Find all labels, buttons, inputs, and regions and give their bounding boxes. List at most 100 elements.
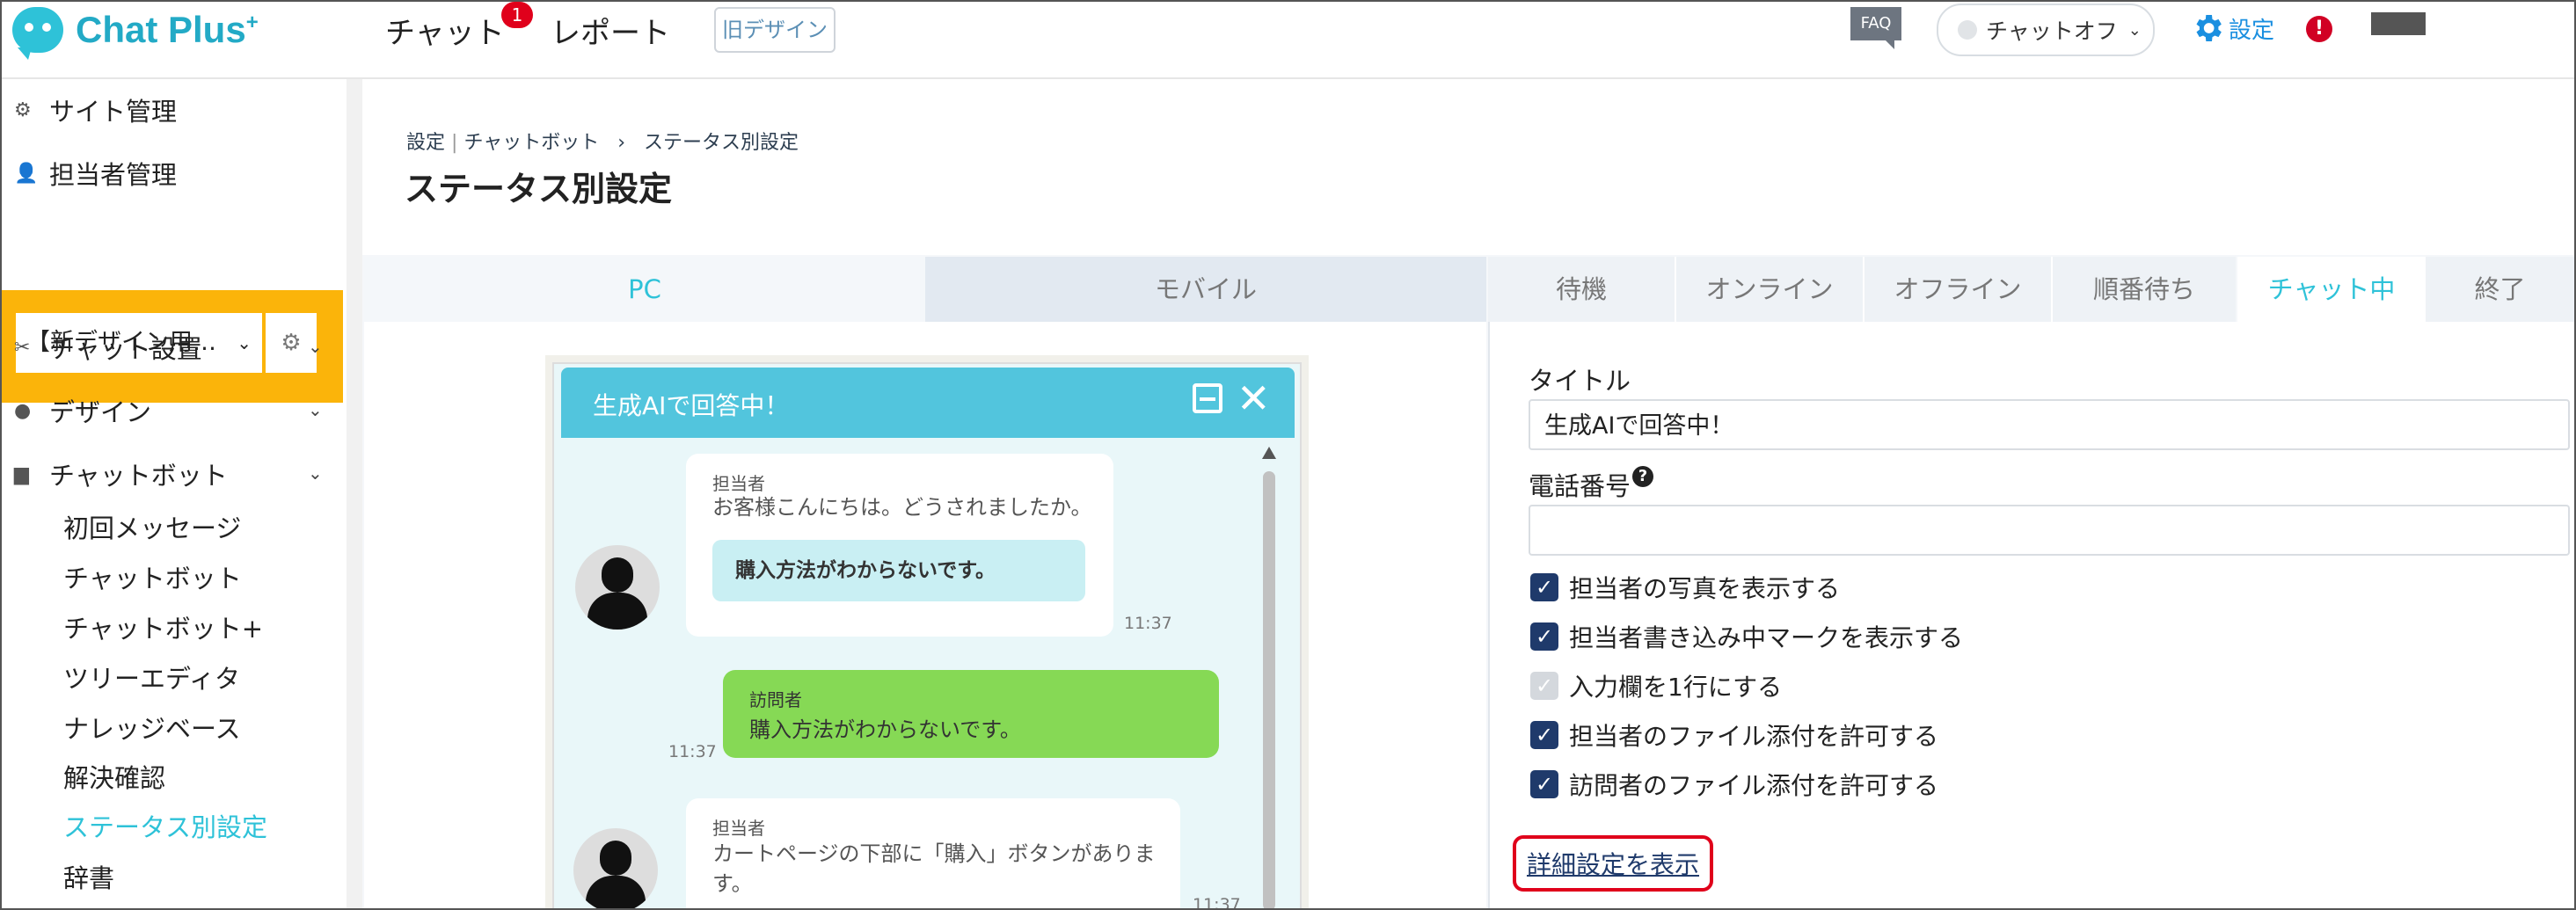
gear-icon: ⚙ xyxy=(14,98,32,121)
tab-standby[interactable]: 待機 xyxy=(1488,257,1676,322)
sidebar-item-design[interactable]: ● デザイン xyxy=(14,392,151,429)
tab-ended[interactable]: 終了 xyxy=(2426,257,2574,322)
checkbox-label: 訪問者のファイル添付を許可する xyxy=(1569,771,1939,800)
sidebar-item-chat-setup[interactable]: ✂ チャット設置 xyxy=(14,329,202,366)
checkbox-single-line-input[interactable]: ✓ 入力欄を1行にする xyxy=(1530,668,1782,703)
faq-icon[interactable]: FAQ xyxy=(1850,7,1901,49)
checkbox-checked-icon[interactable]: ✓ xyxy=(1530,573,1558,601)
breadcrumb-settings[interactable]: 設定 xyxy=(406,132,445,154)
title-label: タイトル xyxy=(1529,366,1631,396)
tab-online[interactable]: オンライン xyxy=(1676,257,1864,322)
message-text: お客様こんにちは。どうされましたか。 xyxy=(712,495,1092,520)
checkbox-disabled-icon[interactable]: ✓ xyxy=(1530,672,1558,700)
sidebar-subitem-dictionary[interactable]: 辞書 xyxy=(63,858,114,895)
settings-button[interactable]: 設定 xyxy=(2190,11,2274,46)
tools-icon: ✂ xyxy=(14,336,31,359)
phone-input[interactable] xyxy=(1529,505,2570,556)
sidebar-item-chatbot[interactable]: ▆ チャットボット xyxy=(14,455,228,492)
sidebar-subitem-tree-editor[interactable]: ツリーエディタ xyxy=(63,659,240,695)
checkbox-checked-icon[interactable]: ✓ xyxy=(1530,622,1558,651)
message-time: 11:37 xyxy=(668,742,717,761)
palette-icon: ● xyxy=(14,399,32,422)
page-header xyxy=(362,79,2574,255)
staff-avatar xyxy=(573,828,658,908)
checkbox-show-staff-photo[interactable]: ✓ 担当者の写真を表示する xyxy=(1530,570,1840,605)
chat-status-select[interactable]: チャットオフ ⌄ xyxy=(1937,4,2155,56)
sidebar-item-label: 担当者管理 xyxy=(49,160,178,190)
gear-icon xyxy=(2196,15,2222,41)
staff-avatar xyxy=(575,545,660,630)
widget-header: 生成AIで回答中！ ✕ xyxy=(561,368,1295,438)
message-sender: 担当者 xyxy=(712,818,765,839)
checkbox-label: 入力欄を1行にする xyxy=(1569,673,1783,702)
status-dot-icon xyxy=(1958,20,1977,40)
sidebar-subitem-chatbot[interactable]: チャットボット xyxy=(63,558,242,595)
chevron-down-icon: ⌄ xyxy=(237,332,252,353)
chat-status-label: チャットオフ xyxy=(1986,18,2118,44)
message-sender: 担当者 xyxy=(712,473,765,494)
chat-bubbles-icon: ▆ xyxy=(14,462,29,485)
sidebar-scrollbar[interactable] xyxy=(347,79,362,908)
widget-scrollbar[interactable] xyxy=(1261,443,1277,908)
phone-label: 電話番号? xyxy=(1529,466,1654,503)
checkbox-label: 担当者書き込み中マークを表示する xyxy=(1569,623,1964,652)
checkbox-visitor-file-attach[interactable]: ✓ 訪問者のファイル添付を許可する xyxy=(1530,767,1938,802)
tab-chatting[interactable]: チャット中 xyxy=(2237,257,2426,322)
sidebar-subitem-resolution-check[interactable]: 解決確認 xyxy=(63,758,165,795)
sidebar: ⚙ サイト管理 👤 担当者管理 【新デザイン用… ⌄ ⚙ ✂ チャット設置 ⌄ … xyxy=(2,79,347,908)
checkbox-checked-icon[interactable]: ✓ xyxy=(1530,721,1558,749)
sidebar-subitem-chatbot-plus[interactable]: チャットボット+ xyxy=(63,608,263,645)
logo-text: Chat Plus+ xyxy=(76,9,259,50)
logo[interactable]: Chat Plus+ xyxy=(12,4,259,60)
checkbox-label: 担当者のファイル添付を許可する xyxy=(1569,722,1939,751)
message-time: 11:37 xyxy=(1124,614,1172,633)
sidebar-subitem-knowledge-base[interactable]: ナレッジベース xyxy=(63,709,241,746)
message-sender: 訪問者 xyxy=(749,689,802,710)
quick-reply-button[interactable]: 購入方法がわからないです。 xyxy=(712,540,1085,601)
tab-pc[interactable]: PC xyxy=(364,257,925,322)
sidebar-item-site-manage[interactable]: ⚙ サイト管理 xyxy=(14,91,177,128)
chevron-down-icon: ⌄ xyxy=(2127,20,2142,40)
breadcrumb-chatbot[interactable]: チャットボット xyxy=(463,132,599,154)
old-design-button[interactable]: 旧デザイン xyxy=(714,7,836,53)
nav-report[interactable]: レポート xyxy=(551,9,670,52)
chevron-down-icon[interactable]: ⌄ xyxy=(308,399,323,420)
staff-message-bubble: 担当者 カートページの下部に「購入」ボタンがありま す。 xyxy=(686,798,1180,908)
tab-mobile[interactable]: モバイル xyxy=(925,257,1486,322)
nav-chat[interactable]: チャット xyxy=(385,9,505,52)
chevron-down-icon[interactable]: ⌄ xyxy=(308,336,323,357)
tab-offline[interactable]: オフライン xyxy=(1864,257,2053,322)
user-menu[interactable] xyxy=(2371,12,2426,35)
sidebar-item-label: デザイン xyxy=(49,397,152,427)
chat-bubble-logo-icon xyxy=(12,7,63,60)
breadcrumb-current: ステータス別設定 xyxy=(644,132,799,154)
user-gear-icon: 👤 xyxy=(14,162,39,185)
title-input[interactable]: 生成AIで回答中！ xyxy=(1529,399,2570,450)
message-text: 購入方法がわからないです。 xyxy=(749,717,1021,742)
breadcrumb-arrow: › xyxy=(617,132,626,154)
sidebar-subitem-status-settings[interactable]: ステータス別設定 xyxy=(63,807,267,844)
sidebar-item-staff-manage[interactable]: 👤 担当者管理 xyxy=(14,155,177,192)
settings-label: 設定 xyxy=(2229,17,2275,44)
chevron-down-icon[interactable]: ⌄ xyxy=(308,462,323,484)
show-detail-settings-link[interactable]: 詳細設定を表示 xyxy=(1513,835,1713,892)
minimize-icon[interactable] xyxy=(1193,383,1222,413)
message-text: カートページの下部に「購入」ボタンがありま す。 xyxy=(712,841,1156,896)
top-bar: Chat Plus+ チャット 1 レポート 旧デザイン FAQ チャットオフ … xyxy=(2,2,2574,79)
scroll-up-icon[interactable] xyxy=(1262,447,1276,459)
alert-icon[interactable]: ! xyxy=(2306,16,2332,42)
close-icon[interactable]: ✕ xyxy=(1237,375,1271,422)
chat-notification-badge: 1 xyxy=(501,2,533,28)
message-time: 11:37 xyxy=(1193,895,1241,910)
sidebar-subitem-first-message[interactable]: 初回メッセージ xyxy=(63,508,241,545)
checkbox-staff-file-attach[interactable]: ✓ 担当者のファイル添付を許可する xyxy=(1530,717,1938,753)
staff-message-bubble: 担当者 お客様こんにちは。どうされましたか。 購入方法がわからないです。 xyxy=(686,454,1113,637)
tab-waiting[interactable]: 順番待ち xyxy=(2053,257,2236,322)
scroll-thumb[interactable] xyxy=(1263,471,1275,908)
checkbox-show-typing-mark[interactable]: ✓ 担当者書き込み中マークを表示する xyxy=(1530,619,1963,654)
sidebar-item-label: サイト管理 xyxy=(49,97,178,127)
checkbox-checked-icon[interactable]: ✓ xyxy=(1530,770,1558,798)
help-icon[interactable]: ? xyxy=(1632,466,1654,487)
breadcrumb-separator: | xyxy=(451,132,458,154)
checkbox-label: 担当者の写真を表示する xyxy=(1569,574,1841,603)
